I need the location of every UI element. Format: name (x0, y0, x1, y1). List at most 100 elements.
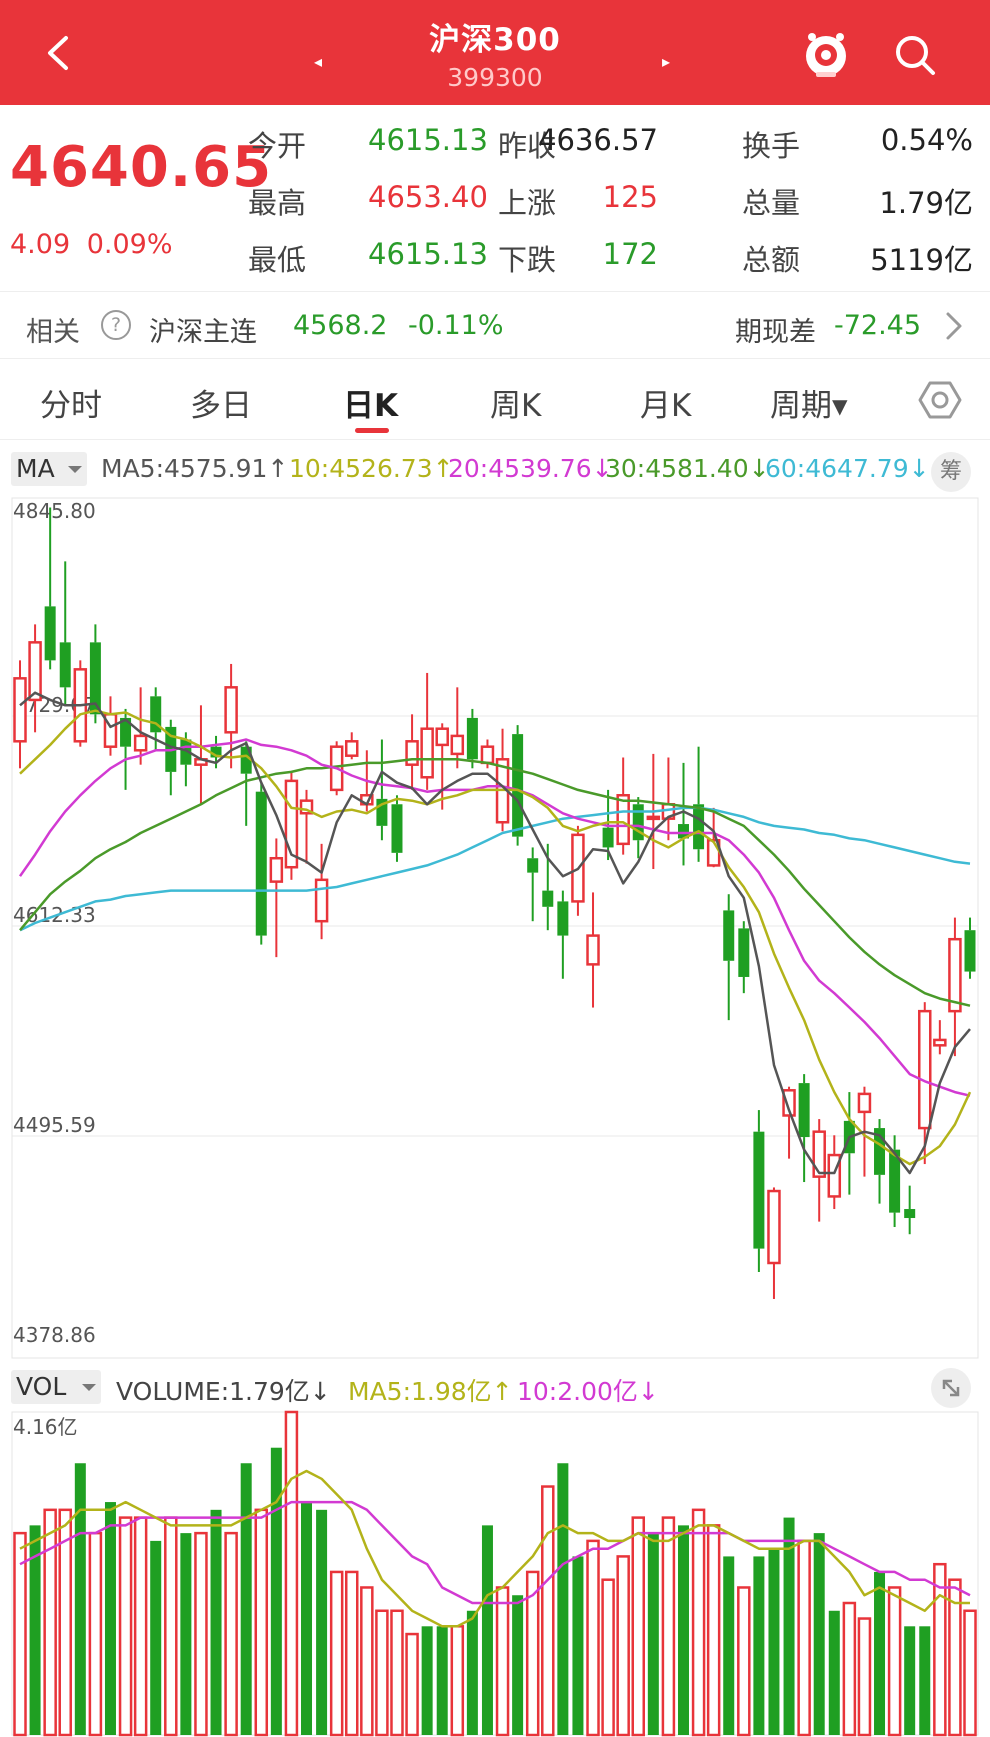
back-button[interactable] (38, 28, 78, 78)
help-icon[interactable]: ? (101, 310, 131, 340)
ma60-value: 60:4647.79↓ (765, 454, 930, 483)
volume-bar (586, 1539, 600, 1737)
volume-bar (450, 1625, 465, 1737)
change-value: 4.09 (10, 229, 71, 260)
futures-price: 4568.2 (293, 310, 388, 341)
volume-bar (466, 1610, 478, 1735)
candle-body (798, 1083, 810, 1138)
tab-weekly-k[interactable]: 周K (490, 380, 541, 425)
candle-body (933, 1038, 947, 1047)
y-axis-tick-label: 4378.86 (13, 1323, 96, 1347)
tab-multi-day[interactable]: 多日 (190, 380, 252, 425)
candle-body (466, 717, 478, 760)
volume-bar (240, 1463, 252, 1735)
chip-distribution-button[interactable]: 筹 (931, 452, 971, 492)
volume-bar (557, 1463, 569, 1735)
caret-down-icon (82, 1384, 96, 1391)
candle-body (255, 791, 267, 936)
volume-bar (164, 1516, 178, 1737)
ma60-line (19, 806, 971, 932)
chart-period-tabs: 分时 多日 日K 周K 月K 周期▾ (0, 366, 990, 440)
related-label: 相关 (26, 317, 80, 348)
settings-hexagon-icon[interactable] (918, 378, 962, 422)
candle-body (646, 815, 661, 821)
candle-body (133, 734, 148, 752)
volume-bar (329, 1570, 344, 1737)
candle-body (767, 1189, 781, 1265)
volume-bar (768, 1548, 780, 1735)
volume-bar (753, 1556, 765, 1735)
quote-row: 最高 4653.40 上涨 125 总量 1.79亿 (248, 180, 978, 220)
tab-period-dropdown[interactable]: 周期▾ (770, 380, 848, 425)
candle-body (269, 856, 284, 883)
candle-body (527, 858, 539, 873)
next-index-button[interactable]: ▸ (662, 52, 670, 71)
mascot-icon[interactable] (800, 28, 852, 80)
candle-body (738, 928, 750, 977)
volume-bar (541, 1485, 555, 1737)
candle-body (904, 1209, 916, 1219)
futures-name: 沪深主连 (149, 317, 257, 348)
volume-bar (344, 1570, 359, 1737)
top-bar: ◂ 沪深300 399300 ▸ (0, 0, 990, 105)
tab-monthly-k[interactable]: 月K (640, 380, 691, 425)
volume-bar (631, 1516, 646, 1737)
expand-icon (942, 1379, 960, 1397)
prev-close-value: 4636.57 (538, 123, 658, 157)
basis-label: 期现差 (735, 317, 816, 348)
chart-frame (11, 497, 979, 1359)
volume-bar (813, 1533, 825, 1735)
open-value: 4615.13 (368, 123, 488, 157)
volume-bar (737, 1586, 751, 1737)
caret-down-icon (68, 466, 82, 473)
ma10-value: 10:4526.73↑ (289, 454, 454, 483)
tab-daily-k[interactable]: 日K (343, 380, 398, 425)
candle-body (224, 686, 238, 734)
high-value: 4653.40 (368, 180, 488, 214)
volume-bar (421, 1626, 433, 1735)
volume-value-label: VOLUME:1.79亿↓ (116, 1377, 331, 1406)
volume-bar (180, 1533, 192, 1735)
volume-indicator-selector[interactable]: VOL (11, 1370, 101, 1404)
candle-body (391, 804, 403, 853)
volume-max-label: 4.16亿 (13, 1415, 78, 1439)
volume-chart[interactable]: 4.16亿 (0, 1410, 990, 1737)
candle-body (28, 641, 42, 702)
volume-bar (224, 1531, 238, 1737)
index-code: 399300 (447, 63, 543, 92)
candle-body (586, 934, 600, 966)
candle-body (435, 727, 449, 747)
quote-row: 最低 4615.13 下跌 172 总额 5119亿 (248, 237, 978, 277)
indicator-selector[interactable]: MA (11, 452, 87, 486)
candlestick-chart[interactable]: 4845.804729.074612.334495.594378.86 (0, 494, 990, 1364)
ma-legend: MA MA5:4575.91↑ 10:4526.73↑ 20:4539.76↓ … (0, 452, 990, 488)
low-value: 4615.13 (368, 237, 488, 271)
expand-chart-button[interactable] (931, 1368, 971, 1408)
volume-bar (601, 1578, 615, 1737)
candle-body (13, 677, 27, 743)
volume-bar (43, 1508, 57, 1737)
candle-body (964, 930, 976, 972)
volume-bar (210, 1509, 222, 1735)
volume-bar (887, 1586, 902, 1737)
volume-bar (647, 1533, 659, 1735)
candle-body (602, 827, 614, 848)
volume-bar (118, 1516, 133, 1737)
quote-panel: 4640.65 4.09 0.09% 今开 4615.13 昨收 4636.57… (0, 105, 990, 291)
page-title: 沪深300 (429, 22, 561, 58)
candle-body (59, 642, 71, 688)
tab-intraday[interactable]: 分时 (40, 380, 102, 425)
low-label: 最低 (248, 243, 307, 277)
search-button[interactable] (890, 30, 940, 80)
candle-body (405, 740, 419, 766)
volume-bar (316, 1509, 328, 1735)
volume-bar (481, 1525, 493, 1735)
related-futures-bar[interactable]: 相关 ? 沪深主连 4568.2 -0.11% 期现差 -72.45 (0, 291, 990, 359)
basis-value: -72.45 (834, 310, 922, 341)
volume-bar (723, 1556, 735, 1735)
previous-index-button[interactable]: ◂ (314, 52, 322, 71)
ma30-value: 30:4581.40↓ (605, 454, 770, 483)
chevron-right-icon (946, 312, 962, 340)
y-axis-tick-label: 4495.59 (13, 1113, 96, 1137)
amount-label: 总额 (742, 243, 801, 277)
